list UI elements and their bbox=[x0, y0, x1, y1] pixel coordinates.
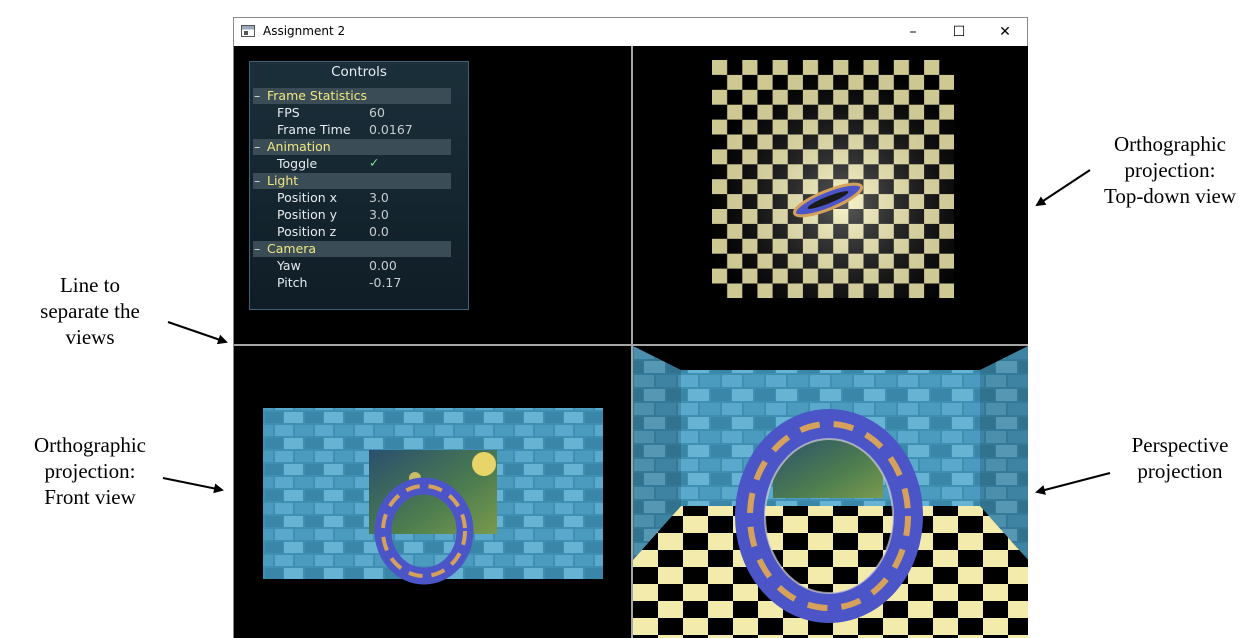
section-camera[interactable]: – Camera bbox=[253, 241, 451, 257]
section-animation[interactable]: – Animation bbox=[253, 139, 451, 155]
position-x-value[interactable]: 3.0 bbox=[369, 190, 389, 205]
arrow-front bbox=[162, 477, 224, 494]
window-title: Assignment 2 bbox=[263, 24, 346, 38]
view-separator-horizontal bbox=[234, 344, 1028, 346]
collapse-icon[interactable]: – bbox=[254, 173, 260, 188]
toggle-checkbox[interactable]: ✓ bbox=[369, 155, 379, 170]
app-icon bbox=[241, 25, 255, 37]
front-scene bbox=[263, 408, 603, 585]
section-label: Light bbox=[267, 173, 299, 188]
yaw-value[interactable]: 0.00 bbox=[369, 258, 397, 273]
section-label: Camera bbox=[267, 241, 317, 256]
close-icon: ✕ bbox=[999, 24, 1011, 40]
view-top-down[interactable] bbox=[633, 46, 1028, 344]
collapse-icon[interactable]: – bbox=[254, 88, 260, 103]
title-bar[interactable]: Assignment 2 – ☐ ✕ bbox=[234, 18, 1027, 46]
arrow-separator bbox=[167, 321, 228, 345]
position-z-label: Position z bbox=[277, 224, 337, 239]
top-down-scene bbox=[712, 60, 954, 298]
maximize-button[interactable]: ☐ bbox=[936, 18, 982, 46]
arrow-perspective bbox=[1035, 472, 1111, 495]
position-x-label: Position x bbox=[277, 190, 338, 205]
yaw-label: Yaw bbox=[277, 258, 301, 273]
position-y-value[interactable]: 3.0 bbox=[369, 207, 389, 222]
controls-title: Controls bbox=[331, 64, 387, 80]
app-window: Assignment 2 – ☐ ✕ Controls – Frame Stat… bbox=[233, 17, 1028, 638]
section-label: Animation bbox=[267, 139, 331, 154]
position-y-label: Position y bbox=[277, 207, 338, 222]
collapse-icon[interactable]: – bbox=[254, 139, 260, 154]
minimize-button[interactable]: – bbox=[890, 18, 936, 46]
section-frame-statistics[interactable]: – Frame Statistics bbox=[253, 88, 451, 104]
position-z-value[interactable]: 0.0 bbox=[369, 224, 389, 239]
pitch-value[interactable]: -0.17 bbox=[369, 275, 401, 290]
view-perspective[interactable] bbox=[633, 346, 1028, 638]
frame-time-value: 0.0167 bbox=[369, 122, 413, 137]
arrow-top-right bbox=[1035, 169, 1091, 207]
controls-panel[interactable]: Controls – Frame Statistics FPS 60 Frame… bbox=[249, 61, 469, 310]
pitch-label: Pitch bbox=[277, 275, 308, 290]
collapse-icon[interactable]: – bbox=[254, 241, 260, 256]
section-label: Frame Statistics bbox=[267, 88, 368, 103]
fps-value: 60 bbox=[369, 105, 385, 120]
maximize-icon: ☐ bbox=[952, 24, 966, 40]
frame-time-label: Frame Time bbox=[277, 122, 351, 137]
section-light[interactable]: – Light bbox=[253, 173, 451, 189]
fps-label: FPS bbox=[277, 105, 300, 120]
perspective-scene bbox=[633, 346, 1028, 638]
view-separator-vertical bbox=[631, 46, 633, 638]
view-front[interactable] bbox=[234, 346, 631, 638]
close-button[interactable]: ✕ bbox=[982, 18, 1028, 46]
toggle-label: Toggle bbox=[277, 156, 318, 171]
minimize-icon: – bbox=[909, 24, 917, 40]
